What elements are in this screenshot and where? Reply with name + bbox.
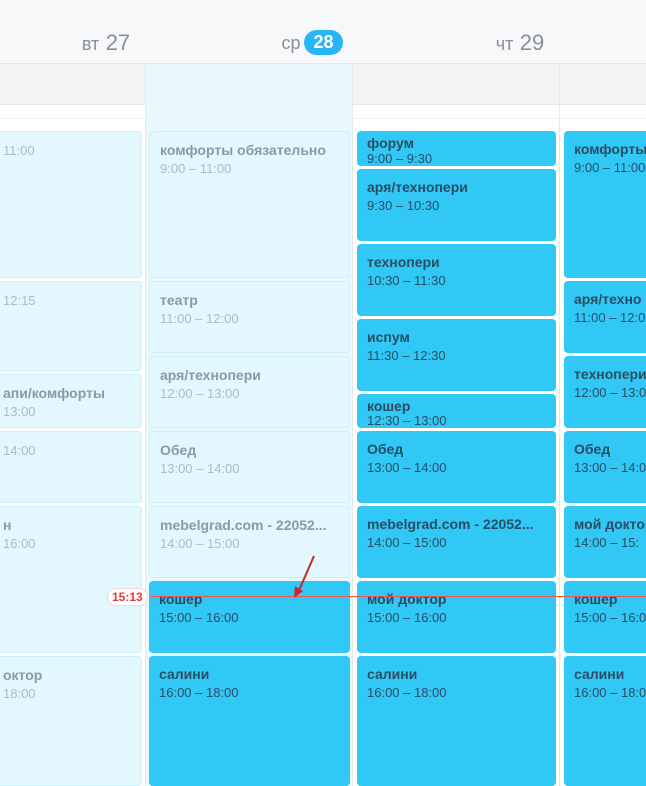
- column-divider: [559, 64, 560, 786]
- event-thu-kosher[interactable]: кошер 12:30 – 13:00: [357, 394, 556, 428]
- day-header-wed-today[interactable]: ср 28: [262, 30, 362, 58]
- event-tue-1[interactable]: 11:00: [0, 131, 142, 278]
- event-fri-arya[interactable]: аря/техно 11:00 – 12:0: [564, 281, 646, 353]
- event-thu-arya[interactable]: аря/технопери 9:30 – 10:30: [357, 169, 556, 241]
- day-of-week: чт: [495, 34, 514, 54]
- event-thu-mebelgrad[interactable]: mebelgrad.com - 22052... 14:00 – 15:00: [357, 506, 556, 578]
- day-number: 29: [519, 30, 545, 55]
- event-fri-tehnoperi[interactable]: технопери 12:00 – 13:0: [564, 356, 646, 428]
- current-time-line: [150, 596, 646, 597]
- day-header-tue[interactable]: вт 27: [66, 30, 146, 58]
- event-thu-tehnoperi[interactable]: технопери 10:30 – 11:30: [357, 244, 556, 316]
- event-tue-5[interactable]: н 16:00: [0, 506, 142, 653]
- event-tue-2[interactable]: 12:15: [0, 281, 142, 371]
- calendar-header: вт 27 ср 28 чт 29: [0, 0, 646, 64]
- event-thu-salini[interactable]: салини 16:00 – 18:00: [357, 656, 556, 786]
- current-time-badge: 15:13: [108, 589, 147, 605]
- today-badge: 28: [304, 30, 343, 55]
- event-wed-komforty[interactable]: комфорты обязательно 9:00 – 11:00: [149, 131, 350, 278]
- event-thu-obed[interactable]: Обед 13:00 – 14:00: [357, 431, 556, 503]
- event-fri-kosher[interactable]: кошер 15:00 – 16:0: [564, 581, 646, 653]
- hour-gridline: [0, 118, 646, 119]
- event-thu-forum[interactable]: форум 9:00 – 9:30: [357, 131, 556, 166]
- event-wed-salini[interactable]: салини 16:00 – 18:00: [149, 656, 350, 786]
- event-wed-obed[interactable]: Обед 13:00 – 14:00: [149, 431, 350, 503]
- event-tue-3[interactable]: апи/комфорты 13:00: [0, 374, 142, 428]
- pointer-arrow-icon: [294, 555, 315, 598]
- column-divider: [352, 64, 353, 786]
- event-thu-ispum[interactable]: испум 11:30 – 12:30: [357, 319, 556, 391]
- event-fri-salini[interactable]: салини 16:00 – 18:0: [564, 656, 646, 786]
- column-divider: [145, 64, 146, 786]
- day-of-week: ср: [281, 33, 301, 53]
- event-wed-teatr[interactable]: театр 11:00 – 12:00: [149, 281, 350, 353]
- event-fri-obed[interactable]: Обед 13:00 – 14:0: [564, 431, 646, 503]
- event-tue-4[interactable]: 14:00: [0, 431, 142, 503]
- event-fri-moi-doktor[interactable]: мой доктор 14:00 – 15:: [564, 506, 646, 578]
- day-header-thu[interactable]: чт 29: [480, 30, 560, 58]
- event-wed-arya[interactable]: аря/технопери 12:00 – 13:00: [149, 356, 350, 428]
- event-thu-moi-doktor[interactable]: мой доктор 15:00 – 16:00: [357, 581, 556, 653]
- event-fri-komforty[interactable]: комфорты 9:00 – 11:00: [564, 131, 646, 278]
- day-of-week: вт: [81, 34, 100, 54]
- day-number: 27: [105, 30, 131, 55]
- event-tue-6[interactable]: октор 18:00: [0, 656, 142, 786]
